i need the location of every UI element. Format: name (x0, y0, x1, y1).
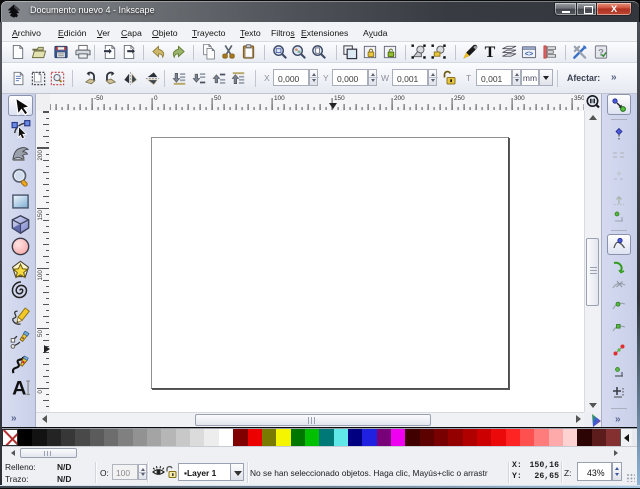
svg-text:<>: <> (525, 51, 533, 58)
svg-text:T: T (484, 44, 495, 60)
svg-text:A: A (12, 378, 26, 399)
